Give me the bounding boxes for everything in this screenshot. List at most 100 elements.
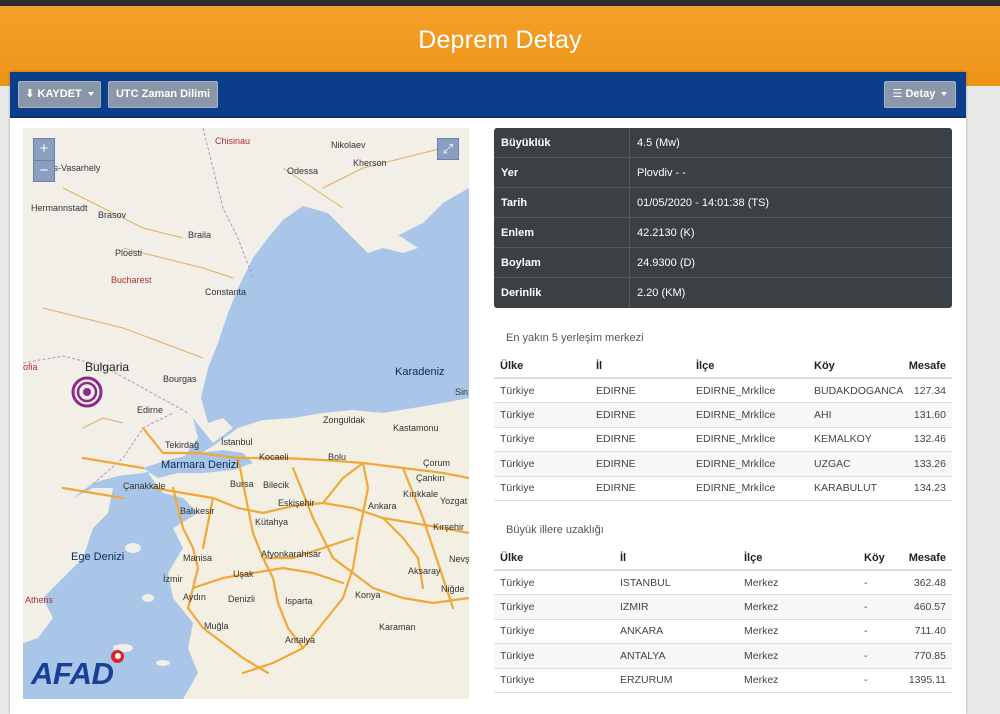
column-header: Köy bbox=[858, 546, 904, 571]
map-label: Kocaeli bbox=[259, 452, 289, 462]
map-label: Bourgas bbox=[163, 374, 197, 384]
page-title: Deprem Detay bbox=[418, 26, 582, 54]
city-distances-title: Büyük illere uzaklığı bbox=[506, 524, 604, 536]
map-label: Afyonkarahisar bbox=[261, 549, 322, 559]
detail-panel: ⬇ KAYDET UTC Zaman Dilimi ☰ Detay Chisin… bbox=[10, 72, 966, 714]
table-cell: EDIRNE bbox=[590, 427, 690, 452]
afad-logo: AFAD bbox=[31, 656, 114, 691]
zoom-control: + − bbox=[33, 138, 55, 182]
caret-down-icon bbox=[941, 92, 948, 97]
column-header: Mesafe bbox=[904, 546, 952, 571]
table-cell: EDIRNE_Mrkİlce bbox=[690, 378, 808, 403]
table-cell: EDIRNE bbox=[590, 476, 690, 501]
zoom-out-button[interactable]: − bbox=[34, 161, 54, 182]
map-label: Sin bbox=[455, 387, 469, 397]
table-cell: 127.34 bbox=[904, 378, 952, 403]
map-label: Bursa bbox=[230, 479, 254, 489]
utc-timezone-button[interactable]: UTC Zaman Dilimi bbox=[108, 81, 218, 108]
nearest-settlements-title: En yakın 5 yerleşim merkezi bbox=[506, 332, 644, 344]
map-label: Braila bbox=[188, 230, 212, 240]
table-cell: Türkiye bbox=[494, 451, 590, 477]
earthquake-details-table: Büyüklük 4.5 (Mw) Yer Plovdiv - - Tarih 01/05… bbox=[494, 128, 952, 308]
map-label: Bilecik bbox=[263, 480, 290, 490]
detail-value: 2.20 (KM) bbox=[637, 287, 686, 299]
table-cell: 133.26 bbox=[904, 451, 952, 477]
table-cell: KEMALKOY bbox=[808, 427, 904, 452]
detail-row: Yer Plovdiv - - bbox=[494, 158, 952, 188]
map-label: Muğla bbox=[204, 621, 229, 631]
table-cell: ANKARA bbox=[614, 619, 738, 644]
detail-key: Boylam bbox=[494, 248, 630, 277]
table-cell: - bbox=[858, 619, 904, 644]
map-label: Konya bbox=[355, 590, 381, 600]
map-label: Constanta bbox=[205, 287, 247, 297]
city-distances-table: Ülke İl İlçe Köy Mesafe Türkiye ISTANBUL Merkez… bbox=[494, 546, 952, 693]
map-label: Ankara bbox=[368, 501, 397, 511]
map-label: Kütahya bbox=[255, 517, 289, 527]
caret-down-icon bbox=[87, 92, 94, 97]
nearest-settlements-table: Ülke İl İlçe Köy Mesafe Türkiye EDIRNE EDIRNE_M… bbox=[494, 354, 952, 501]
table-row: Türkiye ANTALYA Merkez -770.85 bbox=[494, 643, 952, 669]
map-label: Kastamonu bbox=[393, 423, 439, 433]
detail-row: Boylam 24.9300 (D) bbox=[494, 248, 952, 278]
detail-key: Büyüklük bbox=[494, 128, 630, 157]
table-cell: Türkiye bbox=[494, 378, 590, 403]
map-label: Aydın bbox=[183, 592, 206, 602]
download-icon: ⬇ bbox=[25, 88, 35, 100]
table-cell: ERZURUM bbox=[614, 668, 738, 693]
detail-value: 4.5 (Mw) bbox=[637, 137, 680, 149]
column-header: Ülke bbox=[494, 354, 590, 379]
map-label: Zonguldak bbox=[323, 415, 366, 425]
map-label: Athens bbox=[25, 595, 54, 605]
table-cell: Merkez bbox=[738, 619, 858, 644]
epicenter-marker[interactable] bbox=[71, 376, 103, 408]
table-row: Türkiye EDIRNE EDIRNE_Mrkİlce BUDAKDOGANCA 1… bbox=[494, 378, 952, 403]
map-label-country: Bulgaria bbox=[85, 360, 130, 374]
table-cell: - bbox=[858, 668, 904, 693]
toolbar: ⬇ KAYDET UTC Zaman Dilimi ☰ Detay bbox=[10, 72, 966, 118]
table-cell: 460.57 bbox=[904, 594, 952, 620]
table-cell: EDIRNE_Mrkİlce bbox=[690, 402, 808, 428]
column-header: İl bbox=[590, 354, 690, 379]
map-label: Odessa bbox=[287, 166, 319, 176]
table-cell: EDIRNE bbox=[590, 402, 690, 428]
table-row: Türkiye EDIRNE EDIRNE_Mrkİlce KARABULUT 134.… bbox=[494, 476, 952, 501]
table-cell: AHI bbox=[808, 402, 904, 428]
detail-menu-button[interactable]: ☰ Detay bbox=[884, 81, 956, 108]
map-label: Çanakkale bbox=[123, 481, 166, 491]
map-label: Niğde bbox=[441, 584, 465, 594]
map-label: Çankırı bbox=[416, 473, 446, 483]
table-cell: Türkiye bbox=[494, 570, 614, 595]
table-cell: EDIRNE bbox=[590, 451, 690, 477]
map-label: Nikolaev bbox=[331, 140, 366, 150]
island bbox=[142, 594, 154, 602]
detail-row: Büyüklük 4.5 (Mw) bbox=[494, 128, 952, 158]
table-cell: 711.40 bbox=[904, 619, 952, 644]
fullscreen-icon[interactable]: ⤢ bbox=[437, 138, 459, 160]
table-row: Türkiye EDIRNE EDIRNE_Mrkİlce AHI 131.60 bbox=[494, 402, 952, 428]
table-cell: Türkiye bbox=[494, 594, 614, 620]
map-label: Hermannstadt bbox=[31, 203, 88, 213]
map-label: Edirne bbox=[137, 405, 164, 415]
map-label: Brasov bbox=[98, 210, 127, 220]
detail-key: Derinlik bbox=[494, 278, 630, 308]
zoom-in-button[interactable]: + bbox=[34, 139, 54, 160]
save-button[interactable]: ⬇ KAYDET bbox=[18, 81, 101, 108]
column-header: İlçe bbox=[690, 354, 808, 379]
table-cell: Türkiye bbox=[494, 643, 614, 669]
table-cell: - bbox=[858, 594, 904, 620]
map-label: Tekirdağ bbox=[165, 440, 200, 450]
map-canvas bbox=[23, 128, 469, 699]
table-cell: 131.60 bbox=[904, 402, 952, 428]
detail-value: 42.2130 (K) bbox=[637, 227, 695, 239]
table-cell: Türkiye bbox=[494, 427, 590, 452]
map-label: Kherson bbox=[353, 158, 387, 168]
column-header: İlçe bbox=[738, 546, 858, 571]
map-label: Karaman bbox=[379, 622, 416, 632]
turkish-flag-icon bbox=[111, 650, 124, 663]
island bbox=[125, 543, 141, 553]
save-button-label: KAYDET bbox=[37, 88, 82, 100]
earthquake-map[interactable]: Chisinau Nikolaev Kherson Odessa Maros-V… bbox=[23, 128, 469, 699]
map-label: Bucharest bbox=[111, 275, 152, 285]
map-label: İstanbul bbox=[221, 437, 253, 447]
